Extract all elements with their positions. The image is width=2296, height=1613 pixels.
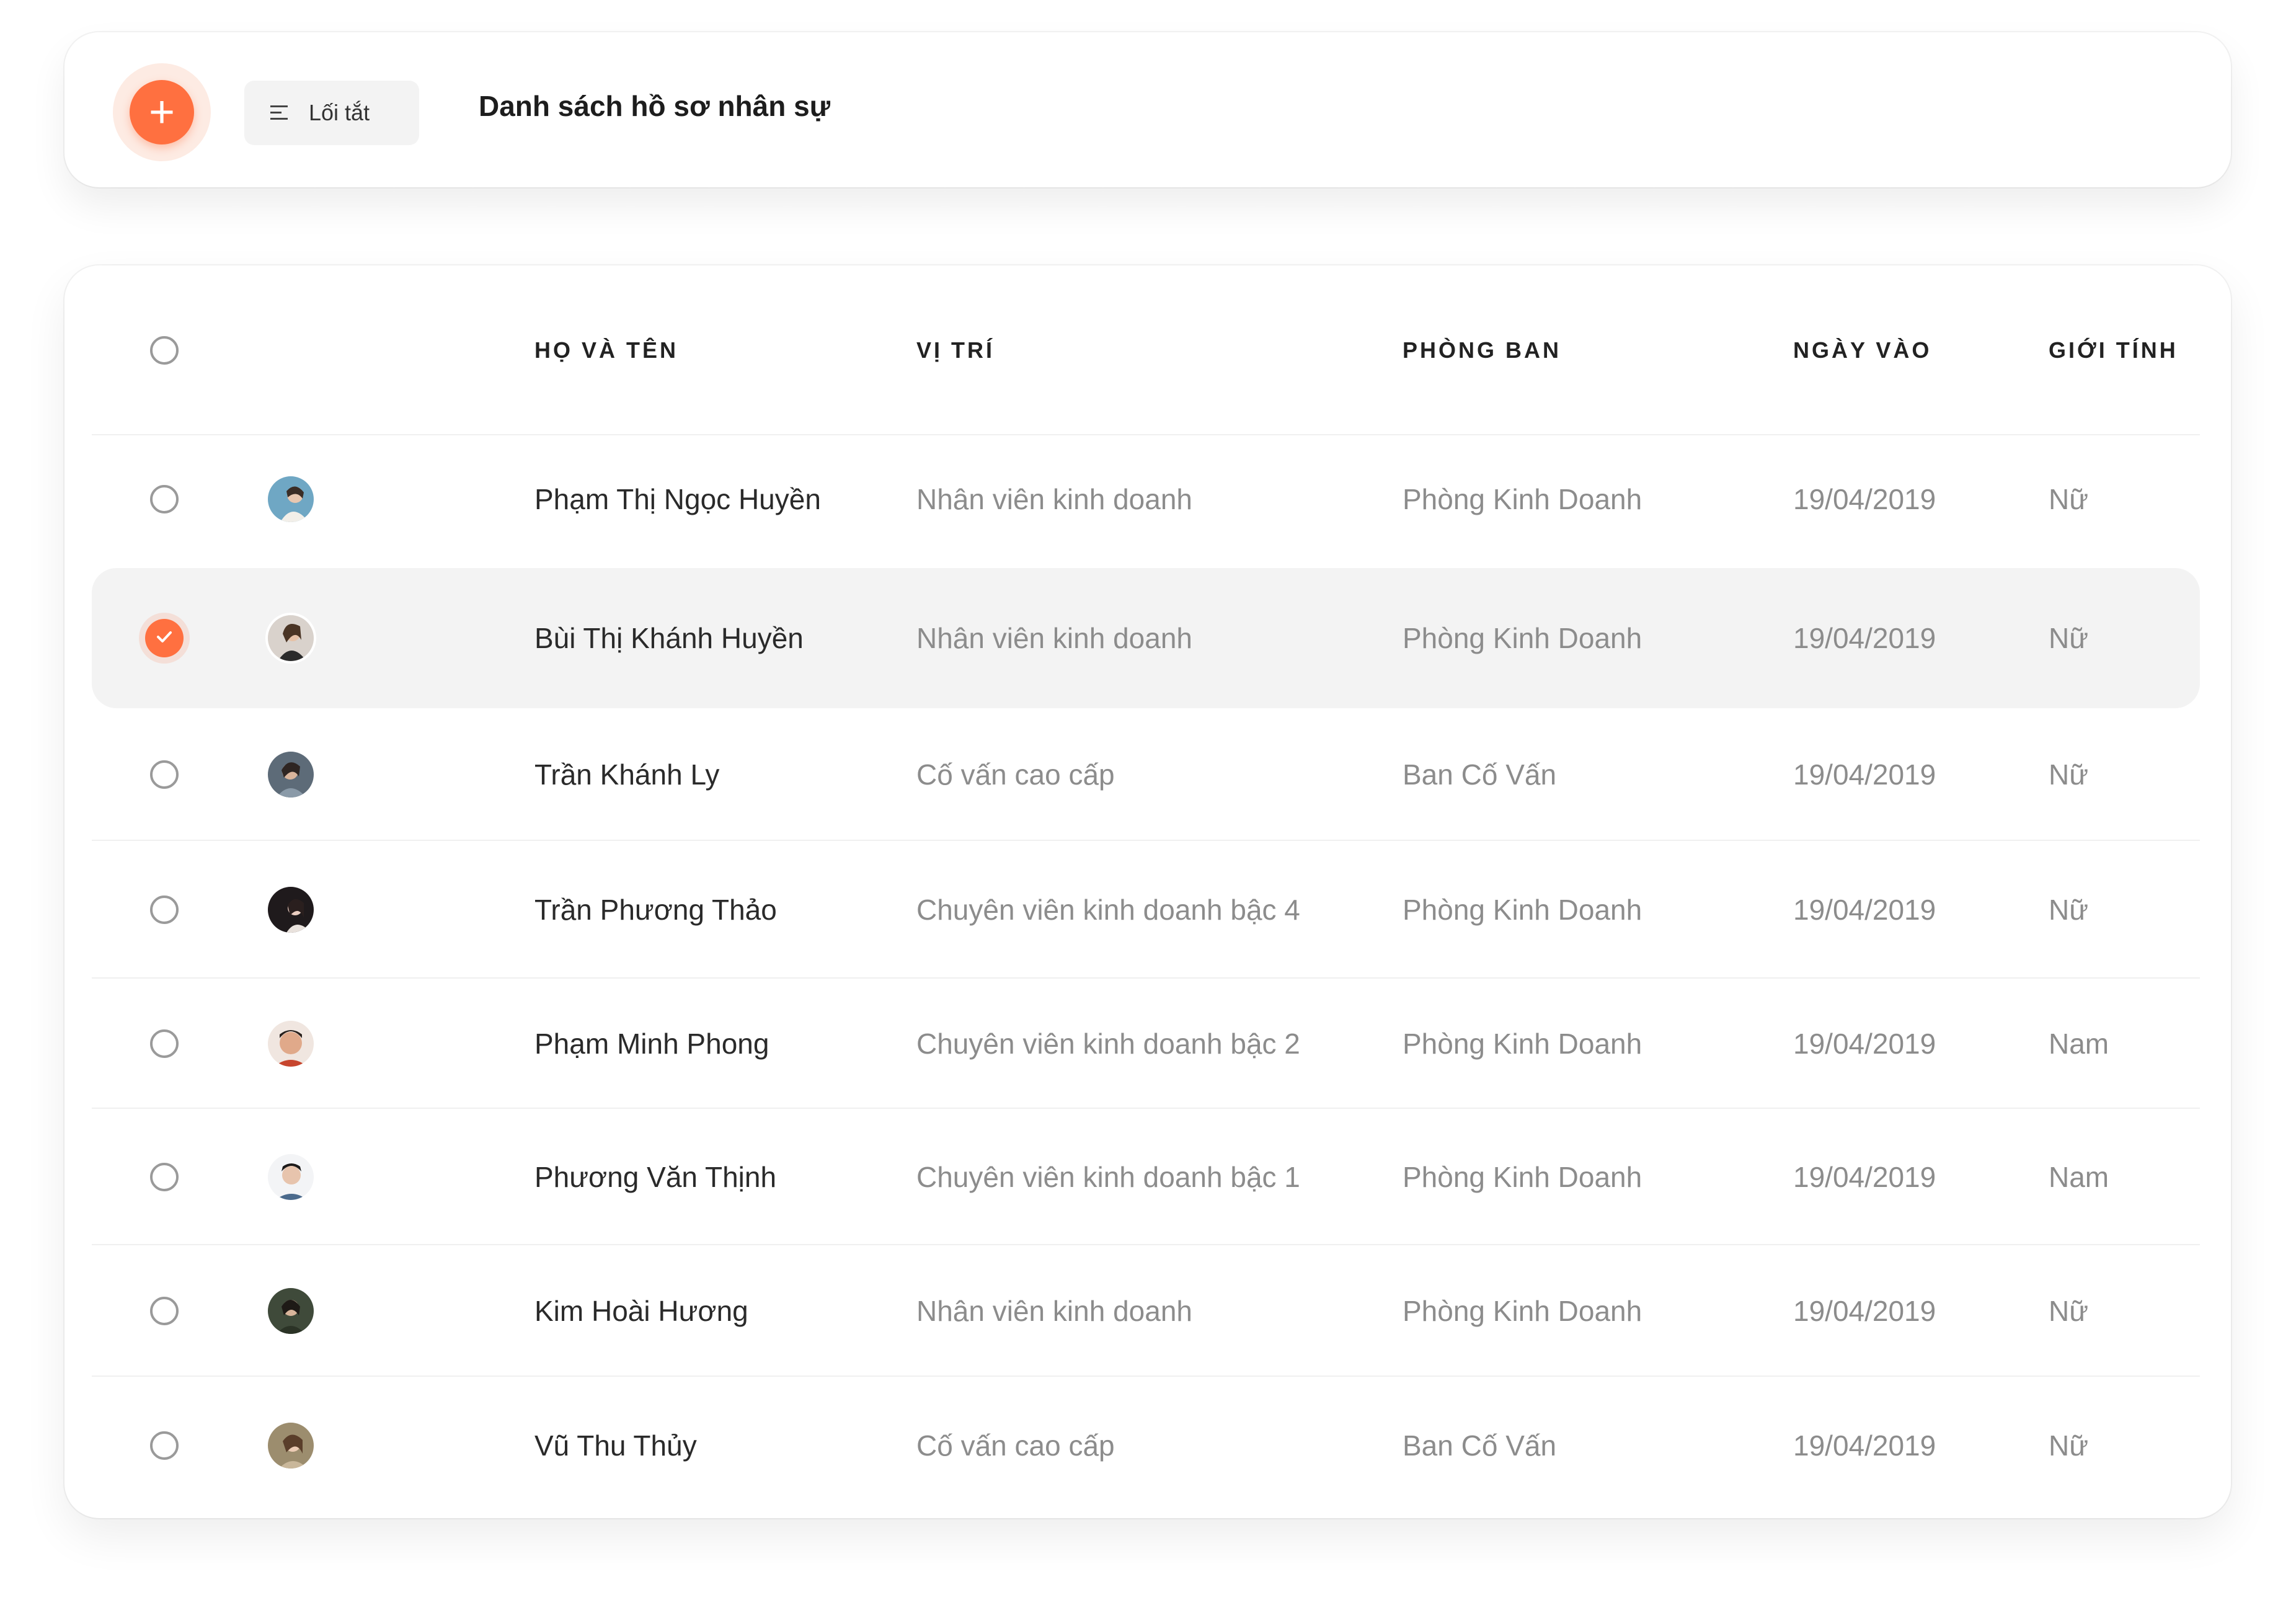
avatar: [268, 887, 314, 933]
row-checkbox[interactable]: [150, 1431, 179, 1460]
employee-position: Nhân viên kinh doanh: [916, 483, 1192, 515]
plus-icon: +: [148, 87, 175, 137]
employee-department: Phòng Kinh Doanh: [1403, 1161, 1642, 1193]
employee-department: Phòng Kinh Doanh: [1403, 622, 1642, 654]
header-start-date[interactable]: NGÀY VÀO: [1793, 337, 1931, 363]
employee-table: HỌ VÀ TÊN VỊ TRÍ PHÒNG BAN NGÀY VÀO GIỚI…: [64, 265, 2231, 1518]
toolbar: + Lối tắt Danh sách hồ sơ nhân sự: [64, 32, 2231, 187]
employee-department: Phòng Kinh Doanh: [1403, 1295, 1642, 1327]
employee-start-date: 19/04/2019: [1793, 483, 1936, 515]
employee-gender: Nữ: [2049, 1429, 2089, 1462]
employee-gender: Nữ: [2049, 483, 2089, 515]
page-title: Danh sách hồ sơ nhân sự: [479, 90, 831, 122]
employee-gender: Nam: [2049, 1161, 2109, 1193]
employee-name[interactable]: Phương Văn Thịnh: [534, 1160, 776, 1194]
add-button-halo: +: [113, 63, 211, 161]
row-checkbox[interactable]: [150, 1297, 179, 1325]
employee-name[interactable]: Phạm Minh Phong: [534, 1027, 769, 1060]
employee-name[interactable]: Phạm Thị Ngọc Huyền: [534, 482, 821, 516]
avatar: [268, 1288, 314, 1334]
avatar: [268, 752, 314, 798]
row-checkbox[interactable]: [150, 895, 179, 924]
shortcut-label: Lối tắt: [309, 100, 370, 125]
employee-name[interactable]: Kim Hoài Hương: [534, 1294, 748, 1328]
employee-name[interactable]: Vũ Thu Thủy: [534, 1429, 697, 1462]
employee-position: Nhân viên kinh doanh: [916, 1295, 1192, 1327]
table-row[interactable]: Trần Khánh Ly Cố vấn cao cấp Ban Cố Vấn …: [92, 708, 2200, 841]
employee-position: Chuyên viên kinh doanh bậc 2: [916, 1028, 1300, 1060]
employee-department: Phòng Kinh Doanh: [1403, 483, 1642, 515]
employee-gender: Nữ: [2049, 1295, 2089, 1327]
employee-gender: Nữ: [2049, 894, 2089, 926]
employee-department: Ban Cố Vấn: [1403, 758, 1557, 791]
checkmark-icon: [154, 627, 174, 650]
avatar: [268, 1423, 314, 1469]
table-row[interactable]: Phạm Minh Phong Chuyên viên kinh doanh b…: [92, 979, 2200, 1109]
employee-start-date: 19/04/2019: [1793, 758, 1936, 791]
table-row[interactable]: Phương Văn Thịnh Chuyên viên kinh doanh …: [92, 1109, 2200, 1245]
table-row[interactable]: Kim Hoài Hương Nhân viên kinh doanh Phòn…: [92, 1245, 2200, 1377]
employee-gender: Nam: [2049, 1028, 2109, 1060]
row-checkbox-checked[interactable]: [145, 619, 184, 657]
employee-start-date: 19/04/2019: [1793, 1028, 1936, 1060]
employee-start-date: 19/04/2019: [1793, 1429, 1936, 1462]
avatar: [268, 476, 314, 522]
header-department[interactable]: PHÒNG BAN: [1403, 337, 1561, 363]
employee-position: Chuyên viên kinh doanh bậc 1: [916, 1161, 1300, 1193]
header-position[interactable]: VỊ TRÍ: [916, 337, 995, 363]
employee-department: Ban Cố Vấn: [1403, 1429, 1557, 1462]
employee-start-date: 19/04/2019: [1793, 622, 1936, 654]
header-name[interactable]: HỌ VÀ TÊN: [534, 337, 678, 363]
avatar: [268, 1021, 314, 1067]
employee-start-date: 19/04/2019: [1793, 1295, 1936, 1327]
employee-position: Nhân viên kinh doanh: [916, 622, 1192, 654]
add-button[interactable]: +: [130, 80, 194, 144]
table-row[interactable]: Trần Phương Thảo Chuyên viên kinh doanh …: [92, 841, 2200, 979]
table-row-selected[interactable]: Bùi Thị Khánh Huyền Nhân viên kinh doanh…: [92, 568, 2200, 708]
shortcut-button[interactable]: Lối tắt: [244, 81, 419, 145]
employee-start-date: 19/04/2019: [1793, 1161, 1936, 1193]
avatar: [268, 1154, 314, 1200]
avatar: [268, 615, 314, 661]
employee-gender: Nữ: [2049, 758, 2089, 791]
employee-position: Cố vấn cao cấp: [916, 758, 1115, 791]
row-checkbox[interactable]: [150, 485, 179, 513]
employee-name[interactable]: Bùi Thị Khánh Huyền: [534, 621, 804, 655]
employee-position: Chuyên viên kinh doanh bậc 4: [916, 894, 1300, 926]
row-checkbox[interactable]: [150, 1163, 179, 1191]
employee-position: Cố vấn cao cấp: [916, 1429, 1115, 1462]
employee-gender: Nữ: [2049, 622, 2089, 654]
select-all-checkbox[interactable]: [150, 336, 179, 365]
row-checkbox[interactable]: [150, 1029, 179, 1058]
row-checkbox[interactable]: [150, 760, 179, 789]
table-row[interactable]: Vũ Thu Thủy Cố vấn cao cấp Ban Cố Vấn 19…: [92, 1377, 2200, 1514]
employee-department: Phòng Kinh Doanh: [1403, 1028, 1642, 1060]
menu-lines-icon: [270, 104, 289, 122]
table-header-row: HỌ VÀ TÊN VỊ TRÍ PHÒNG BAN NGÀY VÀO GIỚI…: [92, 265, 2200, 435]
employee-department: Phòng Kinh Doanh: [1403, 894, 1642, 926]
table-row[interactable]: Phạm Thị Ngọc Huyền Nhân viên kinh doanh…: [92, 435, 2200, 563]
employee-start-date: 19/04/2019: [1793, 894, 1936, 926]
header-gender[interactable]: GIỚI TÍNH: [2049, 337, 2178, 363]
employee-name[interactable]: Trần Phương Thảo: [534, 893, 777, 926]
employee-name[interactable]: Trần Khánh Ly: [534, 758, 719, 791]
